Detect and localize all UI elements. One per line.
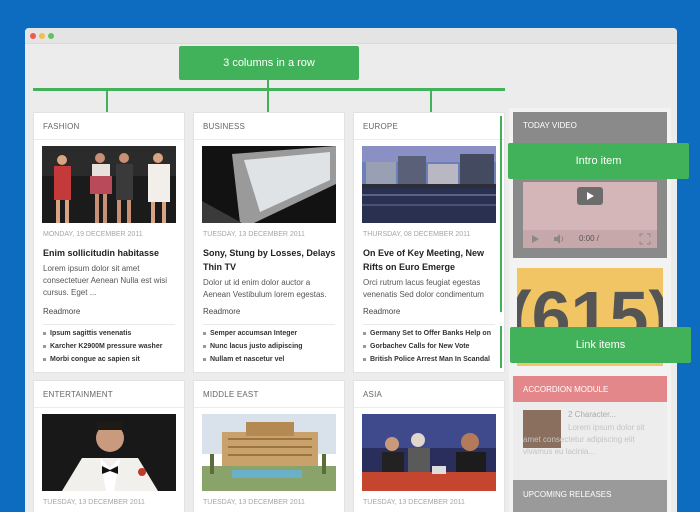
article-image-resort[interactable] [202,414,336,491]
readmore-link[interactable]: Readmore [43,307,80,316]
accordion-module: ACCORDION MODULE 2 Character... Lorem ip… [513,376,667,480]
module-title: ACCORDION MODULE [523,385,609,394]
columns-bracket-line [33,88,505,91]
divider [354,139,504,140]
article-date: TUESDAY, 13 DECEMBER 2011 [203,231,305,238]
module-title: UPCOMING RELEASES [523,490,612,499]
news-card-business: BUSINESS TUESDAY, 13 DECEMBER 2011 Sony,… [193,112,345,373]
divider [203,324,335,325]
link-items-list: Semper accumsan Integer Nunc lacus justo… [203,327,343,366]
category-label[interactable]: MIDDLE EAST [203,390,259,399]
play-icon [587,192,594,200]
article-title[interactable]: Enim sollicitudin habitasse [43,246,177,260]
article-image-meeting[interactable] [362,414,496,491]
upcoming-module[interactable]: UPCOMING RELEASES [513,480,667,512]
video-time: 0:00 / [579,234,600,243]
article-title[interactable]: On Eve of Key Meeting, New Rifts on Euro… [363,246,497,274]
category-label[interactable]: FASHION [43,122,80,131]
volume-icon[interactable] [553,233,565,245]
article-image-waterfront[interactable] [362,146,496,223]
article-intro: Lorem ipsum dolor sit amet consectetuer … [43,264,168,297]
readmore-link[interactable]: Readmore [363,307,400,316]
today-video-module: TODAY VIDEO 0:00 / [513,112,667,258]
play-overlay-button[interactable] [577,187,603,205]
article-title[interactable]: Sony, Stung by Losses, Delays Thin TV [203,246,337,274]
category-label[interactable]: ENTERTAINMENT [43,390,113,399]
link-item[interactable]: Semper accumsan Integer [203,327,343,340]
category-label[interactable]: EUROPE [363,122,398,131]
divider [194,407,344,408]
article-image-tv[interactable] [202,146,336,223]
columns-tick-1 [106,88,108,112]
link-item[interactable]: Ipsum sagittis venenatis [43,327,183,340]
link-item[interactable]: British Police Arrest Man In Scandal [363,353,503,366]
link-item[interactable]: Nullam et nascetur vel [203,353,343,366]
link-items-callout: Link items [510,327,691,363]
maximize-dot[interactable] [48,33,54,39]
minimize-dot[interactable] [39,33,45,39]
divider [34,407,184,408]
category-label[interactable]: ASIA [363,390,382,399]
news-card-entertainment: ENTERTAINMENT TUESDAY, 13 DECEMBER 2011 [33,380,185,512]
news-card-fashion: FASHION MONDAY, 19 DECEMBER 2011 Enim so… [33,112,185,373]
article-image-runway[interactable] [42,146,176,223]
divider [34,139,184,140]
link-items-list: Ipsum sagittis venenatis Karcher K2900M … [43,327,183,366]
columns-callout: 3 columns in a row [179,46,359,80]
link-item[interactable]: Germany Set to Offer Banks Help on [363,327,503,340]
accordion-item-title[interactable]: 2 Character... [568,410,616,419]
article-date: TUESDAY, 13 DECEMBER 2011 [363,499,465,506]
link-items-list: Germany Set to Offer Banks Help on Gorba… [363,327,503,366]
module-title: TODAY VIDEO [523,121,577,130]
columns-tick-3 [430,88,432,112]
readmore-link[interactable]: Readmore [203,307,240,316]
columns-tick-2 [267,80,269,112]
article-date: TUESDAY, 13 DECEMBER 2011 [43,499,145,506]
divider [354,407,504,408]
close-dot[interactable] [30,33,36,39]
video-controls: 0:00 / [523,230,657,248]
news-card-europe: EUROPE THURSDAY, 08 DECEMBER 2011 On Eve… [353,112,505,373]
article-image-tuxedo[interactable] [42,414,176,491]
accordion-item-text: Lorem ipsum dolor sit amet consectetur a… [523,423,645,456]
article-intro: Orci rutrum lacus feugiat egestas venena… [363,278,484,299]
fullscreen-icon[interactable] [639,233,651,245]
divider [194,139,344,140]
play-icon[interactable] [529,233,541,245]
link-item[interactable]: Karcher K2900M pressure washer [43,340,183,353]
article-intro: Dolor ut id enim dolor auctor a Aenean V… [203,278,327,299]
divider [363,324,495,325]
news-card-middle-east: MIDDLE EAST TUESDAY, 13 DECEMBER 2011 [193,380,345,512]
link-item[interactable]: Morbi congue ac sapien sit [43,353,183,366]
news-card-asia: ASIA TUESDAY, 13 DECEMBER 2011 [353,380,505,512]
intro-bracket-line [500,116,502,312]
category-label[interactable]: BUSINESS [203,122,245,131]
link-item[interactable]: Nunc lacus justo adipiscing [203,340,343,353]
article-date: TUESDAY, 13 DECEMBER 2011 [203,499,305,506]
intro-item-callout: Intro item [508,143,689,179]
article-date: THURSDAY, 08 DECEMBER 2011 [363,231,471,238]
window-titlebar [25,28,677,44]
link-item[interactable]: Gorbachev Calls for New Vote [363,340,503,353]
links-bracket-line [500,326,502,368]
divider [43,324,175,325]
article-date: MONDAY, 19 DECEMBER 2011 [43,231,143,238]
video-player[interactable]: 0:00 / [523,182,657,248]
accordion-header[interactable]: ACCORDION MODULE [513,376,667,402]
